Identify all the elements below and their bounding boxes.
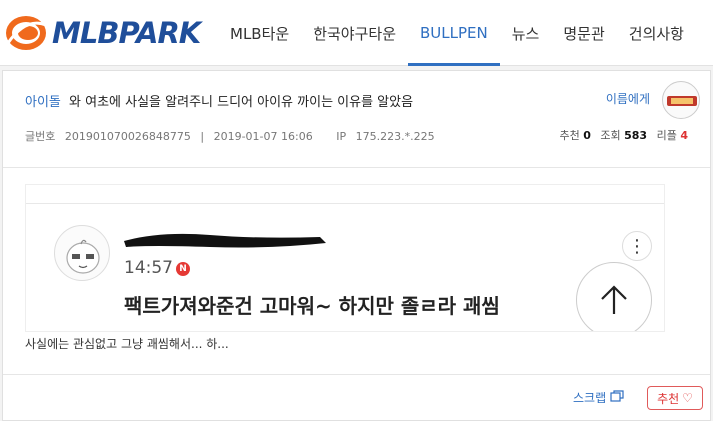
message-text: 팩트가져와준건 고마워~ 하지만 졸ㄹ라 괘씸 [124, 294, 500, 318]
kebab-menu-icon: ⋮ [622, 231, 652, 261]
post-number: 201901070026848775 [64, 130, 191, 143]
peach-avatar-icon [54, 225, 110, 281]
post-title: 아이돌 와 여초에 사실을 알려주니 드디어 아이유 까이는 이유를 알았음 [25, 91, 413, 110]
scrap-button[interactable]: 스크랩 [573, 389, 624, 406]
post-ip: 175.223.*.225 [355, 130, 435, 143]
footer-divider [3, 374, 710, 375]
recommend-count: 0 [583, 129, 591, 142]
nav-suggestions[interactable]: 건의사항 [617, 0, 696, 66]
replies-count: 4 [680, 129, 688, 142]
nav-bullpen[interactable]: BULLPEN [408, 0, 500, 66]
post-stats: 추천 0 조회 583 리플 4 [559, 127, 688, 143]
top-navigation-bar: MLBPARK MLB타운 한국야구타운 BULLPEN 뉴스 명문관 건의사항 [0, 0, 713, 66]
message-time: 14:57 [124, 258, 173, 278]
post-body: 사실에는 관심없고 그냥 괘씸해서... 하... [25, 337, 229, 351]
post-title-text: 와 여초에 사실을 알려주니 드디어 아이유 까이는 이유를 알았음 [69, 95, 414, 110]
ip-label: IP [336, 130, 347, 143]
replies-label: 리플 [656, 129, 677, 142]
recommend-button-label: 추천 [657, 391, 680, 406]
screenshot-divider [26, 203, 664, 204]
heart-icon: ♡ [682, 391, 693, 405]
post-datetime: 2019-01-07 16:06 [213, 130, 313, 143]
nav-korea-baseball-town[interactable]: 한국야구타운 [301, 0, 408, 66]
post-author[interactable]: 이름에게 [606, 90, 650, 107]
redacted-scribble [120, 227, 330, 251]
baseball-logo-icon [4, 13, 50, 53]
author-avatar[interactable] [662, 81, 700, 119]
nav-mlb-town[interactable]: MLB타운 [218, 0, 301, 66]
post-card: 아이돌 와 여초에 사실을 알려주니 드디어 아이유 까이는 이유를 알았음 이… [2, 70, 711, 421]
views-label: 조회 [600, 129, 621, 142]
post-number-label: 글번호 [25, 130, 56, 143]
logo-text: MLBPARK [52, 16, 201, 50]
post-category[interactable]: 아이돌 [25, 95, 61, 110]
arrow-up-icon [576, 262, 652, 331]
views-count: 583 [624, 129, 648, 142]
scrap-icon [610, 390, 624, 405]
nav-news[interactable]: 뉴스 [500, 0, 552, 66]
recommend-button[interactable]: 추천 ♡ [647, 386, 703, 410]
scrap-label: 스크랩 [573, 391, 607, 405]
post-meta: 글번호 201901070026848775 | 2019-01-07 16:0… [25, 128, 441, 144]
recommend-label: 추천 [559, 129, 580, 142]
site-logo[interactable]: MLBPARK [4, 11, 201, 55]
nav-hall-of-fame[interactable]: 명문관 [551, 0, 616, 66]
meta-separator: | [200, 130, 205, 143]
embedded-screenshot-image: 14:57 N 팩트가져와준건 고마워~ 하지만 졸ㄹ라 괘씸 ⋮ [25, 184, 665, 332]
new-badge: N [176, 262, 190, 276]
main-nav: MLB타운 한국야구타운 BULLPEN 뉴스 명문관 건의사항 [218, 0, 696, 66]
header-divider [3, 167, 710, 168]
